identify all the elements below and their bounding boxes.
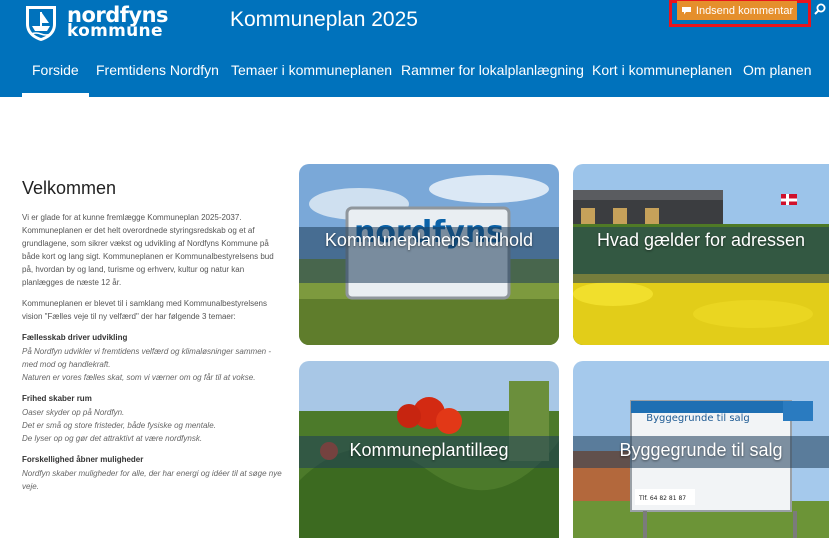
tile-kommuneplantillaeg[interactable]: Kommuneplantillæg	[299, 361, 559, 538]
site-title: Kommuneplan 2025	[230, 8, 418, 31]
page-title: Velkommen	[22, 178, 117, 198]
main-nav: Forside Fremtidens Nordfyn Temaer i komm…	[0, 58, 829, 97]
speech-bubble-icon	[681, 7, 691, 15]
submit-comment-label: Indsend kommentar	[695, 4, 794, 17]
theme-title-3: Forskellighed åbner muligheder	[22, 455, 144, 464]
tile-caption: Byggegrunde til salg	[619, 440, 783, 460]
site-header: nordfyns kommune Kommuneplan 2025 Indsen…	[0, 0, 829, 97]
intro-section: Velkommen Vi er glade for at kunne freml…	[22, 178, 284, 493]
logo[interactable]: nordfyns kommune	[24, 4, 169, 42]
nav-fremtidens-nordfyn[interactable]: Fremtidens Nordfyn	[96, 58, 219, 86]
tile-kommuneplanens-indhold[interactable]: nordfyns Kommuneplanens indhold	[299, 164, 559, 345]
tile-hvad-gaelder-for-adressen[interactable]: Hvad gælder for adressen	[573, 164, 829, 345]
intro-paragraph-1: Vi er glade for at kunne fremlægge Kommu…	[22, 213, 274, 287]
nav-om-planen[interactable]: Om planen	[743, 58, 811, 86]
nav-forside[interactable]: Forside	[22, 58, 89, 97]
theme-title-1: Fællesskab driver udvikling	[22, 333, 128, 342]
tile-byggegrunde-til-salg[interactable]: Byggegrunde til salg Tlf. 64 82 81 87 By…	[573, 361, 829, 538]
search-button[interactable]	[811, 0, 829, 20]
logo-line2: kommune	[67, 21, 163, 41]
sign-phone: Tlf. 64 82 81 87	[638, 495, 686, 502]
nav-rammer[interactable]: Rammer for lokalplanlægning	[401, 58, 584, 86]
nav-temaer[interactable]: Temaer i kommuneplanen	[231, 58, 392, 86]
intro-paragraph-2: Kommuneplanen er blevet til i samklang m…	[22, 299, 268, 321]
nav-kort[interactable]: Kort i kommuneplanen	[592, 58, 732, 86]
tile-caption: Kommuneplantillæg	[349, 440, 509, 460]
submit-comment-button[interactable]: Indsend kommentar	[677, 1, 797, 20]
tile-caption: Kommuneplanens indhold	[324, 230, 534, 250]
theme-title-2: Frihed skaber rum	[22, 394, 92, 403]
crest-icon	[26, 6, 56, 41]
theme-text-2: Oaser skyder op på Nordfyn. Det er små o…	[22, 408, 216, 443]
theme-text-3: Nordfyn skaber muligheder for alle, der …	[22, 469, 282, 491]
search-icon	[814, 3, 826, 15]
sign-title: Byggegrunde til salg	[646, 413, 750, 424]
theme-text-1: På Nordfyn udvikler vi fremtidens velfær…	[22, 347, 271, 382]
tile-caption: Hvad gælder for adressen	[596, 230, 806, 250]
